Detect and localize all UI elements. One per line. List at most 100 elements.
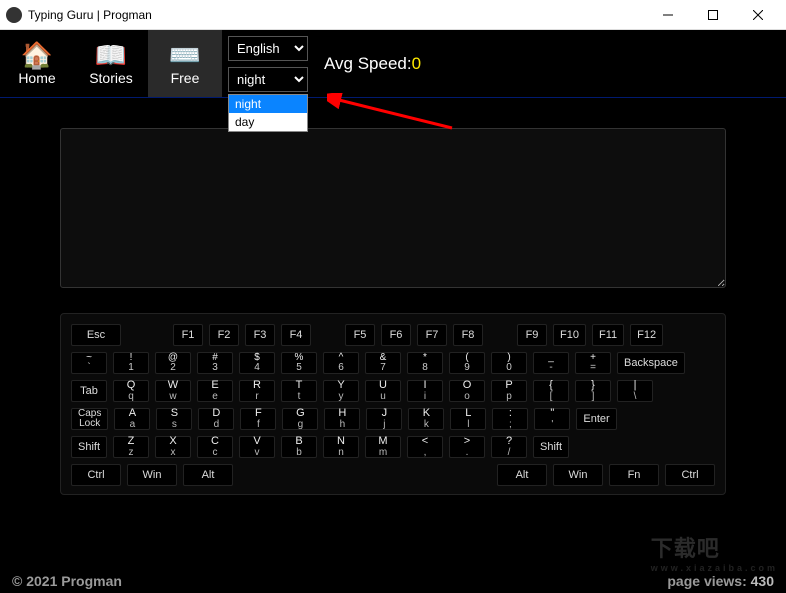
key-esc[interactable]: Esc — [71, 324, 121, 346]
key-ctrl-right[interactable]: Ctrl — [665, 464, 715, 486]
keyboard-num-row: ~` !1 @2 #3 $4 %5 ^6&7 *8 (9 )0 _- += Backspace — [71, 352, 715, 374]
key-z-7[interactable]: <, — [407, 436, 443, 458]
key-f2[interactable]: F2 — [209, 324, 239, 346]
key-a-8[interactable]: Ll — [450, 408, 486, 430]
key-fn[interactable]: Fn — [609, 464, 659, 486]
window-titlebar: Typing Guru | Progman — [0, 0, 786, 30]
key-q-8[interactable]: Oo — [449, 380, 485, 402]
key-num-0[interactable]: ~` — [71, 352, 107, 374]
page-views: page views: 430 — [667, 573, 774, 589]
key-q-5[interactable]: Yy — [323, 380, 359, 402]
key-q-4[interactable]: Tt — [281, 380, 317, 402]
key-a-9[interactable]: :; — [492, 408, 528, 430]
key-q-3[interactable]: Rr — [239, 380, 275, 402]
key-num-12[interactable]: += — [575, 352, 611, 374]
key-a-0[interactable]: Aa — [114, 408, 150, 430]
language-select[interactable]: English — [228, 36, 308, 61]
key-a-1[interactable]: Ss — [156, 408, 192, 430]
key-z-8[interactable]: >. — [449, 436, 485, 458]
key-f4[interactable]: F4 — [281, 324, 311, 346]
key-num-9[interactable]: (9 — [449, 352, 485, 374]
theme-option-night[interactable]: night — [229, 95, 307, 113]
key-z-1[interactable]: Xx — [155, 436, 191, 458]
key-z-5[interactable]: Nn — [323, 436, 359, 458]
nav-bar: 🏠 Home 📖 Stories ⌨️ Free English night n… — [0, 30, 786, 98]
key-num-11[interactable]: _- — [533, 352, 569, 374]
keyboard-bottom-row: Ctrl Win Alt Alt Win Fn Ctrl — [71, 464, 715, 486]
key-f7[interactable]: F7 — [417, 324, 447, 346]
key-num-4[interactable]: $4 — [239, 352, 275, 374]
key-tab[interactable]: Tab — [71, 380, 107, 402]
close-button[interactable] — [735, 0, 780, 30]
key-f5[interactable]: F5 — [345, 324, 375, 346]
key-enter[interactable]: Enter — [576, 408, 616, 430]
nav-home[interactable]: 🏠 Home — [0, 30, 74, 97]
keyboard-a-row: CapsLock Aa Ss Dd Ff Gg Hh Jj Kk Ll:; "' Enter — [71, 408, 715, 430]
keyboard-q-row: Tab Qq Ww Ee Rr Tt Yy Uu Ii Oo Pp {[}] |\ — [71, 380, 715, 402]
key-ctrl-left[interactable]: Ctrl — [71, 464, 121, 486]
key-a-3[interactable]: Ff — [240, 408, 276, 430]
key-f11[interactable]: F11 — [592, 324, 624, 346]
key-q-11[interactable]: }] — [575, 380, 611, 402]
maximize-button[interactable] — [690, 0, 735, 30]
key-z-0[interactable]: Zz — [113, 436, 149, 458]
nav-stories-label: Stories — [89, 70, 133, 86]
key-z-4[interactable]: Bb — [281, 436, 317, 458]
key-a-6[interactable]: Jj — [366, 408, 402, 430]
key-q-7[interactable]: Ii — [407, 380, 443, 402]
main-area: Esc F1 F2 F3 F4 F5 F6 F7 F8 F9 F10 F11 F12 ~` !1 @2 #3 $… — [0, 98, 786, 501]
key-q-10[interactable]: {[ — [533, 380, 569, 402]
theme-option-day[interactable]: day — [229, 113, 307, 131]
key-z-6[interactable]: Mm — [365, 436, 401, 458]
keyboard-icon: ⌨️ — [169, 42, 201, 68]
key-a-10[interactable]: "' — [534, 408, 570, 430]
watermark: 下载吧 www.xiazaiba.com — [651, 531, 778, 573]
key-num-1[interactable]: !1 — [113, 352, 149, 374]
key-z-2[interactable]: Cc — [197, 436, 233, 458]
key-f3[interactable]: F3 — [245, 324, 275, 346]
key-f6[interactable]: F6 — [381, 324, 411, 346]
key-f10[interactable]: F10 — [553, 324, 586, 346]
key-f9[interactable]: F9 — [517, 324, 547, 346]
key-num-2[interactable]: @2 — [155, 352, 191, 374]
key-q-1[interactable]: Ww — [155, 380, 191, 402]
key-alt-left[interactable]: Alt — [183, 464, 233, 486]
key-shift-right[interactable]: Shift — [533, 436, 569, 458]
key-num-5[interactable]: %5 — [281, 352, 317, 374]
key-a-2[interactable]: Dd — [198, 408, 234, 430]
app-icon — [6, 7, 22, 23]
key-z-3[interactable]: Vv — [239, 436, 275, 458]
key-num-10[interactable]: )0 — [491, 352, 527, 374]
nav-stories[interactable]: 📖 Stories — [74, 30, 148, 97]
key-q-6[interactable]: Uu — [365, 380, 401, 402]
key-alt-right[interactable]: Alt — [497, 464, 547, 486]
minimize-button[interactable] — [645, 0, 690, 30]
key-num-3[interactable]: #3 — [197, 352, 233, 374]
key-shift-left[interactable]: Shift — [71, 436, 107, 458]
key-num-8[interactable]: *8 — [407, 352, 443, 374]
key-f1[interactable]: F1 — [173, 324, 203, 346]
key-q-0[interactable]: Qq — [113, 380, 149, 402]
avg-speed-label: Avg Speed: — [324, 54, 412, 74]
copyright: © 2021 Progman — [12, 573, 122, 589]
key-win-right[interactable]: Win — [553, 464, 603, 486]
key-q-2[interactable]: Ee — [197, 380, 233, 402]
key-num-7[interactable]: &7 — [365, 352, 401, 374]
key-f8[interactable]: F8 — [453, 324, 483, 346]
key-a-4[interactable]: Gg — [282, 408, 318, 430]
key-capslock[interactable]: CapsLock — [71, 408, 108, 430]
key-win-left[interactable]: Win — [127, 464, 177, 486]
key-z-9[interactable]: ?/ — [491, 436, 527, 458]
key-q-9[interactable]: Pp — [491, 380, 527, 402]
key-q-12[interactable]: |\ — [617, 380, 653, 402]
key-num-6[interactable]: ^6 — [323, 352, 359, 374]
theme-dropdown-menu: night day — [228, 94, 308, 132]
key-a-5[interactable]: Hh — [324, 408, 360, 430]
typing-input[interactable] — [60, 128, 726, 288]
nav-free[interactable]: ⌨️ Free — [148, 30, 222, 97]
key-a-7[interactable]: Kk — [408, 408, 444, 430]
theme-select[interactable]: night — [228, 67, 308, 92]
key-f12[interactable]: F12 — [630, 324, 663, 346]
key-backspace[interactable]: Backspace — [617, 352, 685, 374]
window-title: Typing Guru | Progman — [28, 8, 645, 22]
